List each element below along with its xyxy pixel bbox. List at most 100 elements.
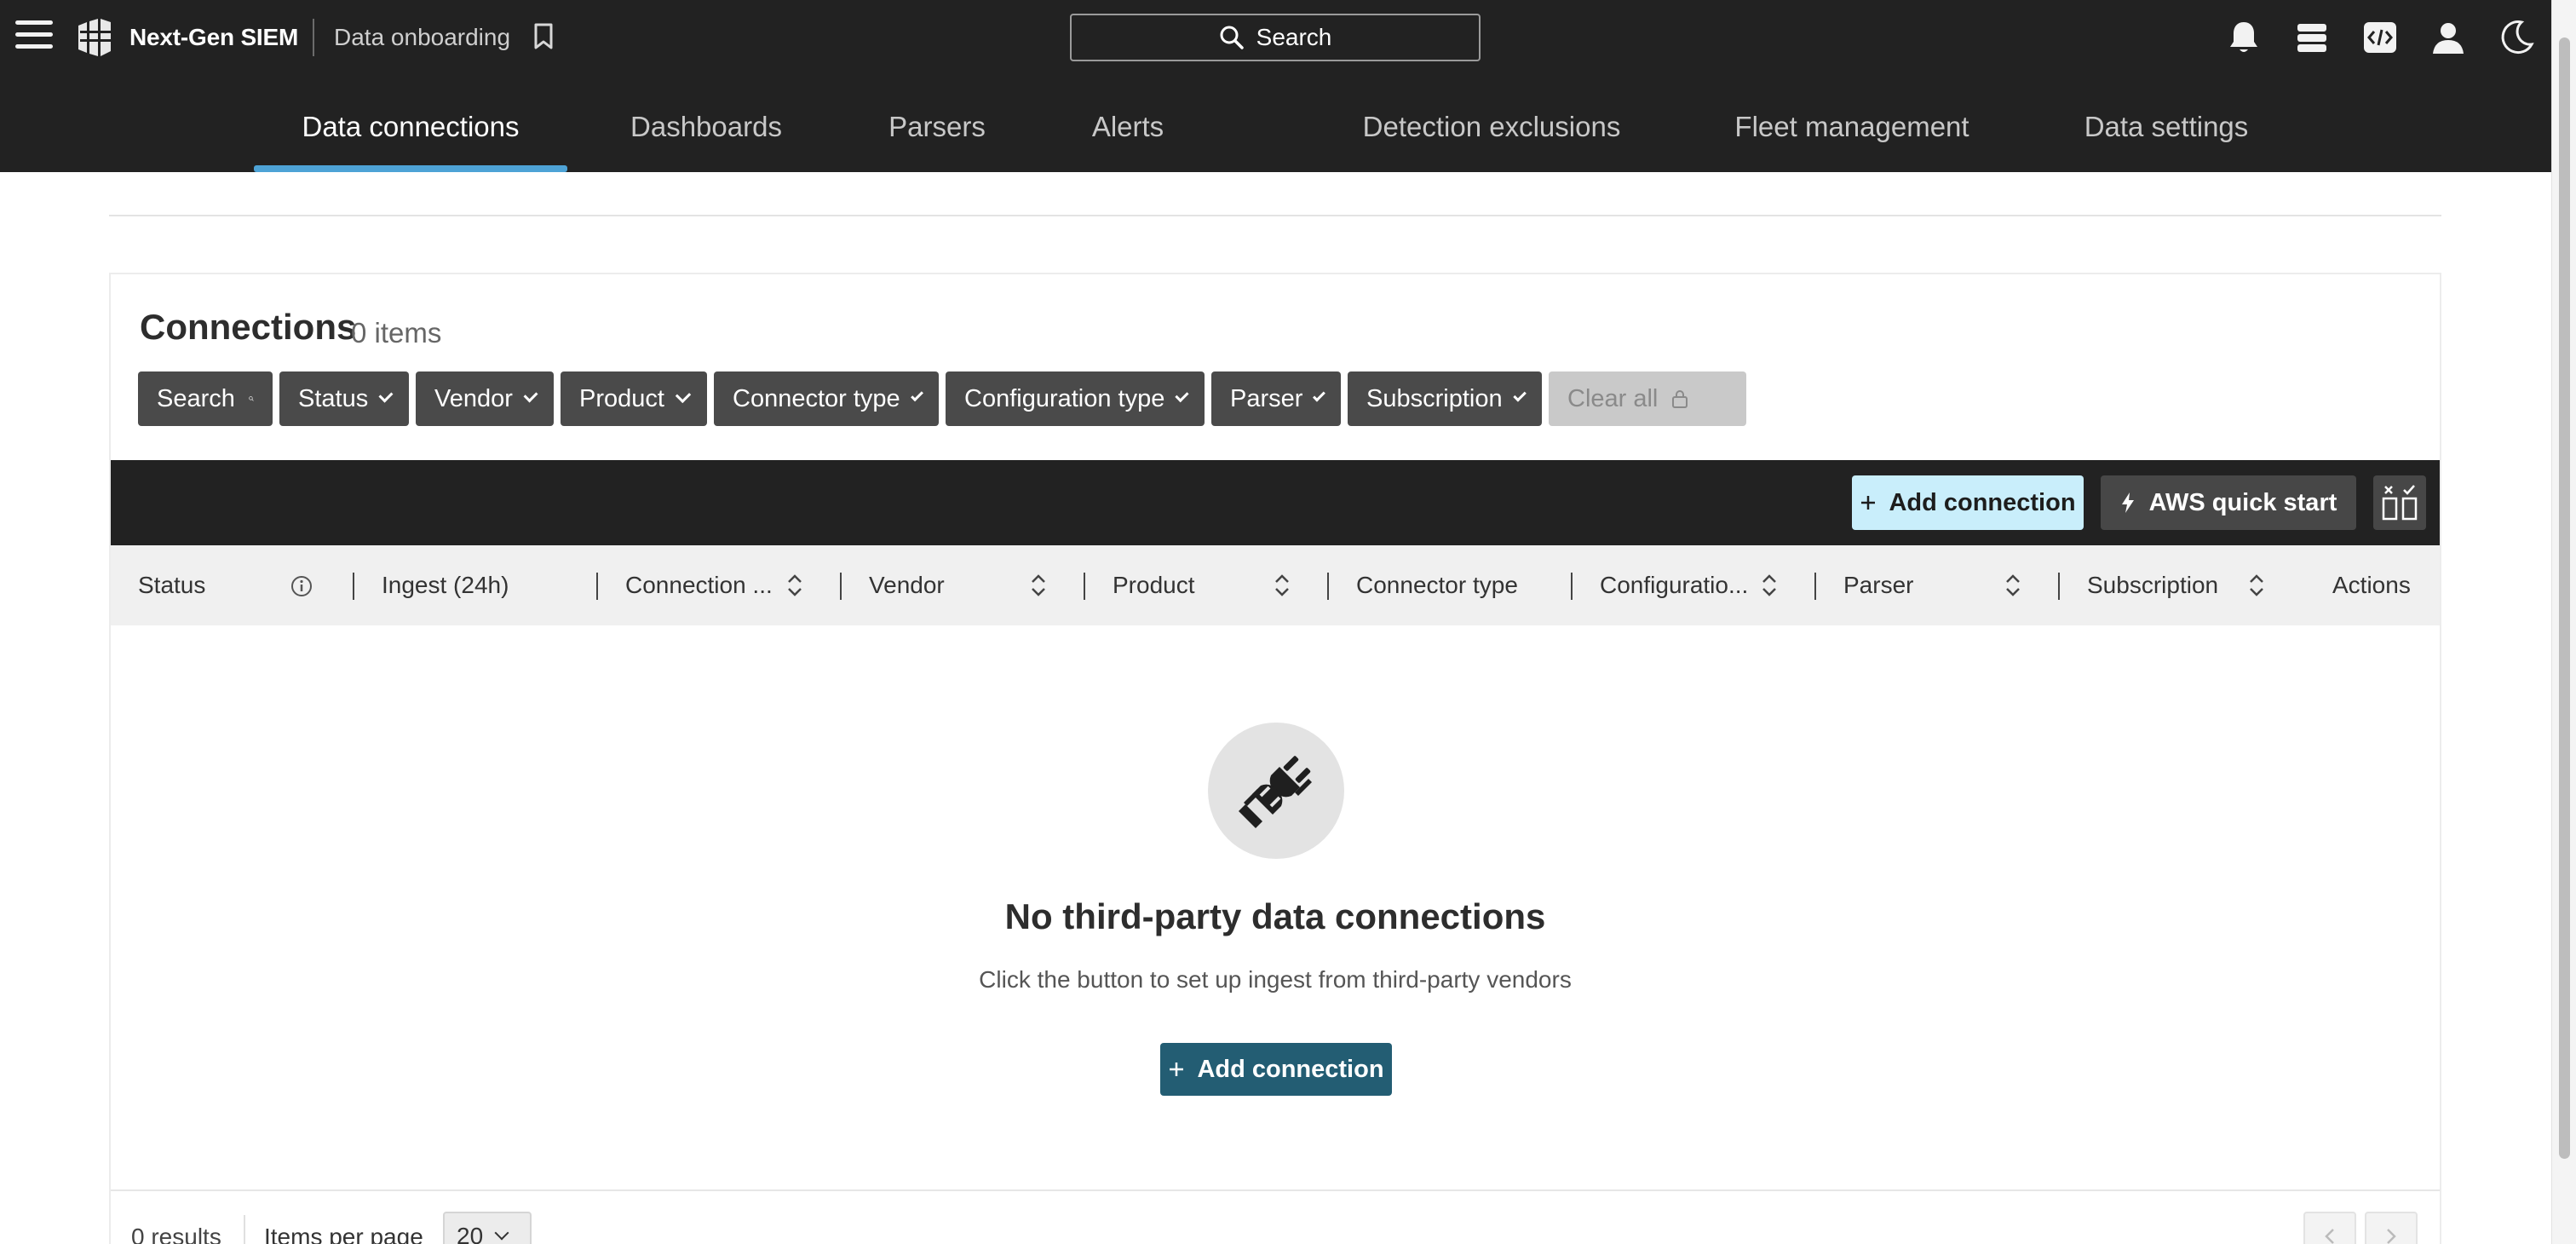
search-icon: [249, 396, 254, 401]
column-divider[interactable]: [596, 573, 598, 600]
filter-label: Connector type: [733, 384, 900, 412]
column-header-parser[interactable]: Parser: [1843, 545, 1913, 625]
filter-configuration-type-dropdown[interactable]: Configuration type: [946, 371, 1205, 426]
header-row: Next-Gen SIEM Data onboarding Search: [0, 0, 2551, 75]
chevron-down-icon: [1313, 389, 1325, 402]
chevron-down-icon: [1512, 389, 1527, 402]
page-scrollbar[interactable]: [2551, 0, 2576, 1244]
add-connection-label: Add connection: [1889, 488, 2076, 516]
filter-label: Vendor: [434, 384, 513, 412]
code-icon[interactable]: [2356, 14, 2404, 61]
chevron-down-icon: [675, 387, 692, 404]
tab-parsers[interactable]: Parsers: [876, 95, 998, 172]
connections-panel: Connections 0 items Search Status Vendor…: [109, 273, 2441, 1244]
main-tabs: Data connections Dashboards Parsers Aler…: [0, 95, 2551, 172]
column-header-vendor[interactable]: Vendor: [869, 545, 945, 625]
lightning-icon: [2121, 492, 2134, 513]
connections-count: 0 items: [351, 317, 442, 348]
connections-title: Connections: [140, 307, 357, 347]
info-icon[interactable]: [290, 574, 313, 598]
header-divider: [313, 19, 314, 56]
falcon-logo-icon[interactable]: [75, 17, 114, 58]
column-divider[interactable]: [353, 573, 354, 600]
tab-alerts[interactable]: Alerts: [1075, 95, 1181, 172]
chevron-down-icon: [910, 389, 923, 402]
section-divider: [109, 215, 2441, 216]
sort-icon[interactable]: [785, 571, 804, 600]
column-divider[interactable]: [2058, 573, 2060, 600]
columns-icon: [2382, 485, 2418, 521]
column-divider[interactable]: [1084, 573, 1085, 600]
next-page-button[interactable]: [2365, 1212, 2418, 1244]
items-per-page-label: Items per page: [264, 1224, 423, 1244]
filter-subscription-dropdown[interactable]: Subscription: [1348, 371, 1542, 426]
section-name[interactable]: Data onboarding: [334, 24, 510, 51]
aws-quick-start-button[interactable]: AWS quick start: [2101, 475, 2356, 530]
column-divider[interactable]: [1814, 573, 1816, 600]
column-header-status[interactable]: Status: [138, 545, 205, 625]
items-per-page-select[interactable]: 20: [443, 1212, 532, 1244]
column-divider[interactable]: [1327, 573, 1329, 600]
clear-all-label: Clear all: [1567, 384, 1659, 412]
table-toolbar: Add connection AWS quick start: [111, 460, 2440, 545]
chevron-down-icon: [523, 388, 538, 403]
column-header-subscription[interactable]: Subscription: [2087, 545, 2218, 625]
table-header: Status Ingest (24h) Connection ... Vendo…: [111, 545, 2440, 625]
sort-icon[interactable]: [1029, 571, 1048, 600]
tab-data-connections[interactable]: Data connections: [254, 95, 567, 172]
tab-data-settings[interactable]: Data settings: [2065, 95, 2268, 172]
tab-fleet-management[interactable]: Fleet management: [1719, 95, 1985, 172]
previous-page-button[interactable]: [2303, 1212, 2356, 1244]
sort-icon[interactable]: [1760, 571, 1779, 600]
chevron-down-icon: [494, 1225, 509, 1241]
filter-search-button[interactable]: Search: [138, 371, 273, 426]
chevron-down-icon: [378, 388, 394, 403]
filter-vendor-dropdown[interactable]: Vendor: [416, 371, 554, 426]
filter-product-dropdown[interactable]: Product: [561, 371, 707, 426]
clear-all-button[interactable]: Clear all: [1549, 371, 1746, 426]
column-header-connection-name[interactable]: Connection ...: [625, 545, 773, 625]
sort-icon[interactable]: [2247, 571, 2266, 600]
chevron-down-icon: [1175, 389, 1189, 402]
empty-state-title: No third-party data connections: [1004, 896, 1546, 936]
app-name[interactable]: Next-Gen SIEM: [129, 24, 298, 51]
sort-icon[interactable]: [1273, 571, 1291, 600]
stack-icon[interactable]: [2288, 14, 2336, 61]
column-settings-button[interactable]: [2373, 475, 2426, 530]
chevron-left-icon: [2325, 1229, 2334, 1244]
column-header-configuration-type[interactable]: Configuratio...: [1600, 545, 1748, 625]
add-connection-primary-button[interactable]: Add connection: [1160, 1043, 1392, 1096]
filter-label: Product: [579, 384, 664, 412]
bell-icon[interactable]: [2220, 14, 2268, 61]
filter-label: Search: [157, 384, 235, 412]
search-icon: [1220, 26, 1244, 49]
tab-detection-exclusions[interactable]: Detection exclusions: [1346, 95, 1637, 172]
plus-icon: [1170, 1063, 1184, 1076]
sort-icon[interactable]: [2004, 571, 2022, 600]
column-header-actions: Actions: [2332, 572, 2411, 598]
table-footer: 0 results Items per page 20: [111, 1191, 2440, 1244]
add-connection-button[interactable]: Add connection: [1852, 475, 2084, 530]
bookmark-icon[interactable]: [533, 23, 554, 50]
user-icon[interactable]: [2424, 14, 2472, 61]
filter-parser-dropdown[interactable]: Parser: [1211, 371, 1341, 426]
column-divider[interactable]: [840, 573, 842, 600]
hamburger-menu-icon[interactable]: [15, 20, 53, 55]
global-search-input[interactable]: Search: [1070, 14, 1481, 61]
footer-separator: [244, 1215, 245, 1244]
column-header-ingest[interactable]: Ingest (24h): [382, 545, 509, 625]
empty-state-illustration: [1208, 723, 1344, 859]
column-header-connector-type[interactable]: Connector type: [1356, 545, 1518, 625]
add-connection-primary-label: Add connection: [1197, 1055, 1384, 1083]
scrollbar-thumb[interactable]: [2559, 37, 2570, 1159]
filter-label: Configuration type: [964, 384, 1165, 412]
unplugged-icon: [1239, 756, 1312, 828]
tab-dashboards[interactable]: Dashboards: [613, 95, 799, 172]
filter-connector-type-dropdown[interactable]: Connector type: [714, 371, 939, 426]
moon-icon[interactable]: [2493, 14, 2540, 61]
column-divider[interactable]: [1571, 573, 1573, 600]
column-header-product[interactable]: Product: [1113, 545, 1195, 625]
top-header: Next-Gen SIEM Data onboarding Search Dat…: [0, 0, 2551, 172]
filter-status-dropdown[interactable]: Status: [279, 371, 409, 426]
chevron-right-icon: [2387, 1229, 2396, 1244]
